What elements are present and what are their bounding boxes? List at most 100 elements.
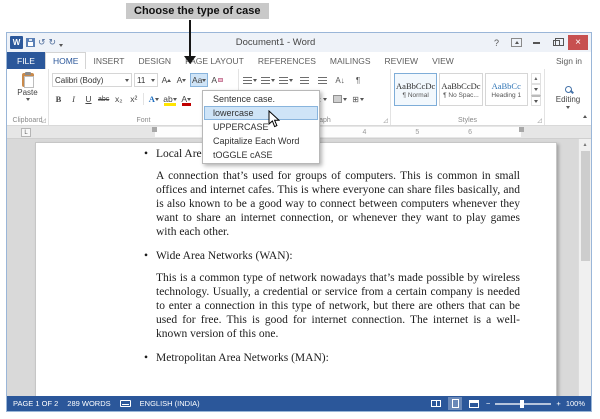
menu-item-capitalize-each-word[interactable]: Capitalize Each Word — [204, 134, 318, 148]
print-layout-icon — [451, 399, 459, 408]
font-size-value: 11 — [137, 75, 146, 85]
eraser-icon — [218, 78, 224, 82]
bold-button[interactable]: B — [52, 92, 65, 106]
decrease-indent-button[interactable] — [296, 73, 312, 87]
bullet-icon: • — [144, 250, 149, 262]
paste-label: Paste — [17, 88, 38, 97]
document-page[interactable]: • Local Area Networks (LAN): A connectio… — [35, 142, 557, 396]
underline-button[interactable]: U — [82, 92, 95, 106]
tab-view[interactable]: VIEW — [425, 52, 461, 69]
grow-font-button[interactable]: A — [160, 73, 173, 87]
web-layout-icon — [469, 399, 480, 408]
font-name-value: Calibri (Body) — [55, 75, 104, 85]
vertical-scrollbar[interactable]: ▴ — [578, 139, 591, 396]
superscript-button[interactable]: x² — [127, 92, 140, 106]
change-case-button[interactable]: Aa — [190, 73, 209, 87]
zoom-out-button[interactable]: − — [486, 399, 490, 408]
numbered-list-button[interactable] — [260, 73, 276, 87]
read-mode-button[interactable] — [429, 397, 443, 410]
shrink-font-button[interactable]: A — [175, 73, 188, 87]
language-indicator[interactable]: ENGLISH (INDIA) — [140, 399, 200, 408]
styles-group: AaBbCcDc ¶ Normal AaBbCcDc ¶ No Spac... … — [391, 69, 545, 125]
styles-scroll-up-icon[interactable]: ▴ — [530, 73, 541, 84]
font-name-select[interactable]: Calibri (Body) — [52, 73, 132, 87]
tab-references[interactable]: REFERENCES — [251, 52, 323, 69]
menu-item-sentence-case[interactable]: Sentence case. — [204, 92, 318, 106]
tab-home[interactable]: HOME — [44, 52, 87, 69]
bullet-list-button[interactable] — [242, 73, 258, 87]
zoom-slider[interactable] — [495, 399, 552, 408]
menu-item-toggle-case[interactable]: tOGGLE cASE — [204, 148, 318, 162]
sign-in-button[interactable]: Sign in — [556, 56, 591, 66]
tab-insert[interactable]: INSERT — [86, 52, 131, 69]
borders-button[interactable]: ⊞ — [350, 92, 366, 106]
menu-item-lowercase[interactable]: lowercase — [204, 106, 318, 120]
styles-group-label: Styles — [457, 117, 478, 124]
style-no-spacing[interactable]: AaBbCcDc ¶ No Spac... — [439, 73, 483, 106]
styles-dialog-launcher-icon[interactable]: ◿ — [537, 118, 542, 124]
restore-button[interactable] — [548, 35, 565, 50]
scroll-up-icon[interactable]: ▴ — [579, 139, 591, 148]
sort-button[interactable]: A↓ — [332, 73, 348, 87]
undo-icon[interactable]: ↺ — [38, 38, 46, 47]
doc-paragraph-wan[interactable]: This is a common type of network nowaday… — [156, 271, 520, 341]
shading-button[interactable] — [332, 92, 348, 106]
ribbon-display-options-icon[interactable] — [508, 35, 525, 50]
tab-design[interactable]: DESIGN — [131, 52, 178, 69]
strikethrough-button[interactable]: abc — [97, 92, 110, 106]
show-formatting-marks-button[interactable]: ¶ — [350, 73, 366, 87]
customize-quick-access-icon[interactable] — [59, 34, 64, 52]
close-button[interactable]: × — [568, 35, 588, 50]
doc-paragraph-lan[interactable]: A connection that’s used for groups of c… — [156, 169, 520, 239]
print-layout-button[interactable] — [448, 397, 463, 410]
subscript-button[interactable]: x₂ — [112, 92, 125, 106]
tab-review[interactable]: REVIEW — [378, 52, 426, 69]
multilevel-list-icon — [279, 76, 288, 84]
zoom-slider-thumb[interactable] — [520, 399, 525, 408]
redo-icon[interactable]: ↻ — [49, 38, 57, 47]
help-icon[interactable]: ? — [488, 35, 505, 50]
paste-button[interactable]: Paste — [10, 72, 45, 101]
increase-indent-button[interactable] — [314, 73, 330, 87]
mouse-cursor-icon — [268, 110, 280, 128]
minimize-button[interactable] — [528, 35, 545, 50]
magnifier-icon — [564, 85, 572, 93]
font-color-button[interactable]: A — [180, 92, 193, 106]
web-layout-button[interactable] — [467, 397, 481, 410]
scrollbar-thumb[interactable] — [581, 151, 590, 261]
zoom-in-button[interactable]: + — [556, 399, 560, 408]
styles-more-icon[interactable] — [530, 95, 541, 106]
word-count[interactable]: 289 WORDS — [67, 399, 110, 408]
numbered-list-icon — [261, 76, 270, 84]
callout-arrowhead-icon — [184, 56, 196, 64]
text-effects-button[interactable]: A — [147, 92, 160, 106]
style-heading-1[interactable]: AaBbCc Heading 1 — [484, 73, 528, 106]
collapse-ribbon-icon[interactable] — [583, 105, 587, 123]
styles-scroll-down-icon[interactable] — [530, 84, 541, 95]
paragraph-dialog-launcher-icon[interactable]: ◿ — [383, 118, 388, 124]
tab-file[interactable]: FILE — [7, 52, 45, 69]
tab-selector[interactable]: L — [21, 128, 31, 137]
callout-label: Choose the type of case — [126, 3, 269, 19]
zoom-level[interactable]: 100% — [566, 399, 585, 408]
clear-formatting-button[interactable]: A — [210, 73, 224, 87]
style-normal[interactable]: AaBbCcDc ¶ Normal — [394, 73, 438, 106]
page-indicator[interactable]: PAGE 1 OF 2 — [13, 399, 58, 408]
editing-button[interactable]: Editing — [548, 71, 588, 123]
doc-heading-wan[interactable]: Wide Area Networks (WAN): — [156, 249, 293, 263]
doc-heading-man[interactable]: Metropolitan Area Networks (MAN): — [156, 351, 329, 365]
multilevel-list-button[interactable] — [278, 73, 294, 87]
keyboard-icon[interactable] — [119, 400, 131, 407]
word-logo-icon: W — [10, 36, 23, 49]
font-size-select[interactable]: 11 — [134, 73, 158, 87]
tab-mailings[interactable]: MAILINGS — [323, 52, 378, 69]
save-icon[interactable] — [26, 38, 35, 47]
paste-icon — [21, 72, 34, 88]
bullet-list-icon — [243, 76, 252, 84]
italic-button[interactable]: I — [67, 92, 80, 106]
title-bar: W ↺ ↻ Document1 - Word ? × — [7, 33, 591, 52]
editing-label: Editing — [555, 94, 581, 104]
clipboard-dialog-launcher-icon[interactable]: ◿ — [41, 118, 46, 124]
menu-item-uppercase[interactable]: UPPERCASE — [204, 120, 318, 134]
text-highlight-button[interactable]: ab — [162, 92, 177, 106]
